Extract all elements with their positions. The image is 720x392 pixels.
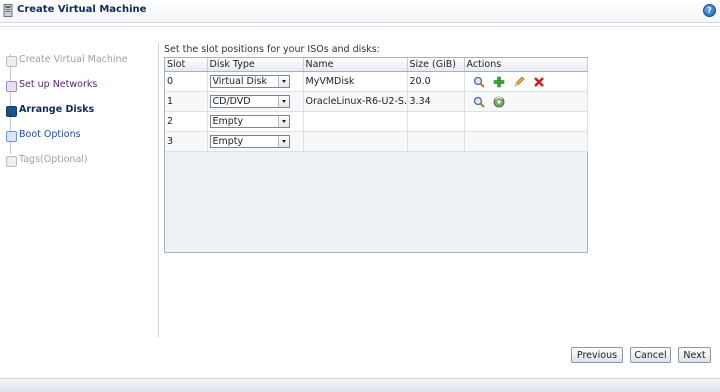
actions-cell xyxy=(464,111,588,132)
size-cell xyxy=(407,131,465,152)
slot-cell: 0 xyxy=(165,71,208,92)
table-header-row: Slot Disk Type Name Size (GiB) Actions xyxy=(165,58,588,72)
add-icon[interactable] xyxy=(493,76,505,88)
disk-type-select[interactable]: Virtual Disk xyxy=(209,75,290,88)
dropdown-arrow-icon[interactable] xyxy=(277,116,289,127)
dropdown-arrow-icon[interactable] xyxy=(277,76,289,87)
disk-type-cell: CD/DVD xyxy=(207,91,304,112)
size-cell: 20.0 xyxy=(407,71,465,92)
column-header-name[interactable]: Name xyxy=(303,58,408,72)
disk-type-select[interactable]: CD/DVD xyxy=(209,95,290,108)
help-icon[interactable]: ? xyxy=(703,4,716,17)
train-step-label: Boot Options xyxy=(19,129,81,140)
table-row[interactable]: 1 CD/DVD OracleLinux-R6-U2-S... 3.34 xyxy=(165,91,588,112)
previous-button[interactable]: Previous xyxy=(571,347,623,363)
title-separator xyxy=(0,26,720,27)
disk-type-cell: Empty xyxy=(207,131,304,152)
train-step-tags: Tags(Optional) xyxy=(0,153,158,173)
actions-cell xyxy=(464,131,588,152)
refresh-disk-icon[interactable] xyxy=(493,96,505,108)
column-header-slot[interactable]: Slot xyxy=(165,58,208,72)
size-cell xyxy=(407,111,465,132)
table-row[interactable]: 0 Virtual Disk MyVMDisk 20.0 xyxy=(165,71,588,92)
train-step-label: Tags(Optional) xyxy=(19,154,88,165)
panel-divider xyxy=(158,42,159,338)
disk-type-value: Empty xyxy=(212,116,244,127)
delete-icon[interactable] xyxy=(533,76,545,88)
edit-icon[interactable] xyxy=(513,76,525,88)
cancel-button[interactable]: Cancel xyxy=(630,347,671,363)
column-header-disk-type[interactable]: Disk Type xyxy=(207,58,304,72)
name-cell: OracleLinux-R6-U2-S... xyxy=(303,91,408,112)
virtual-machine-icon xyxy=(3,4,13,17)
train-step-node xyxy=(6,106,17,117)
disk-type-select[interactable]: Empty xyxy=(209,135,290,148)
disk-type-select[interactable]: Empty xyxy=(209,115,290,128)
disk-type-value: Virtual Disk xyxy=(212,76,267,87)
disk-type-cell: Empty xyxy=(207,111,304,132)
dialog-title: Create Virtual Machine xyxy=(17,4,147,15)
disk-type-value: Empty xyxy=(212,136,244,147)
column-header-size[interactable]: Size (GiB) xyxy=(407,58,465,72)
column-header-actions: Actions xyxy=(464,58,588,72)
dropdown-arrow-icon[interactable] xyxy=(277,136,289,147)
train-step-node xyxy=(6,56,17,67)
table-row[interactable]: 2 Empty xyxy=(165,111,588,132)
instruction-text: Set the slot positions for your ISOs and… xyxy=(164,44,380,55)
disk-type-value: CD/DVD xyxy=(212,96,251,107)
size-cell: 3.34 xyxy=(407,91,465,112)
name-cell: MyVMDisk xyxy=(303,71,408,92)
slot-cell: 3 xyxy=(165,131,208,152)
train-step-label: Set up Networks xyxy=(19,79,98,90)
search-icon[interactable] xyxy=(473,96,485,108)
train-step-node xyxy=(6,81,17,92)
slot-cell: 2 xyxy=(165,111,208,132)
name-cell xyxy=(303,111,408,132)
actions-cell xyxy=(464,71,588,92)
train-step-node xyxy=(6,131,17,142)
dialog-footer xyxy=(0,378,720,392)
train-step-networks[interactable]: Set up Networks xyxy=(0,78,158,98)
train-step-boot-options[interactable]: Boot Options xyxy=(0,128,158,148)
train-step-node xyxy=(6,156,17,167)
name-cell xyxy=(303,131,408,152)
train-step-label: Arrange Disks xyxy=(19,104,95,115)
disk-slots-table: Slot Disk Type Name Size (GiB) Actions 0… xyxy=(164,57,588,253)
table-row[interactable]: 3 Empty xyxy=(165,131,588,152)
slot-cell: 1 xyxy=(165,91,208,112)
disk-type-cell: Virtual Disk xyxy=(207,71,304,92)
next-button[interactable]: Next xyxy=(678,347,711,363)
dialog-titlebar: Create Virtual Machine ? xyxy=(0,0,720,23)
dropdown-arrow-icon[interactable] xyxy=(277,96,289,107)
search-icon[interactable] xyxy=(473,76,485,88)
train-step-label: Create Virtual Machine xyxy=(19,54,128,65)
actions-cell xyxy=(464,91,588,112)
train-step-arrange-disks: Arrange Disks xyxy=(0,103,158,123)
train-step-create-vm[interactable]: Create Virtual Machine xyxy=(0,53,158,73)
